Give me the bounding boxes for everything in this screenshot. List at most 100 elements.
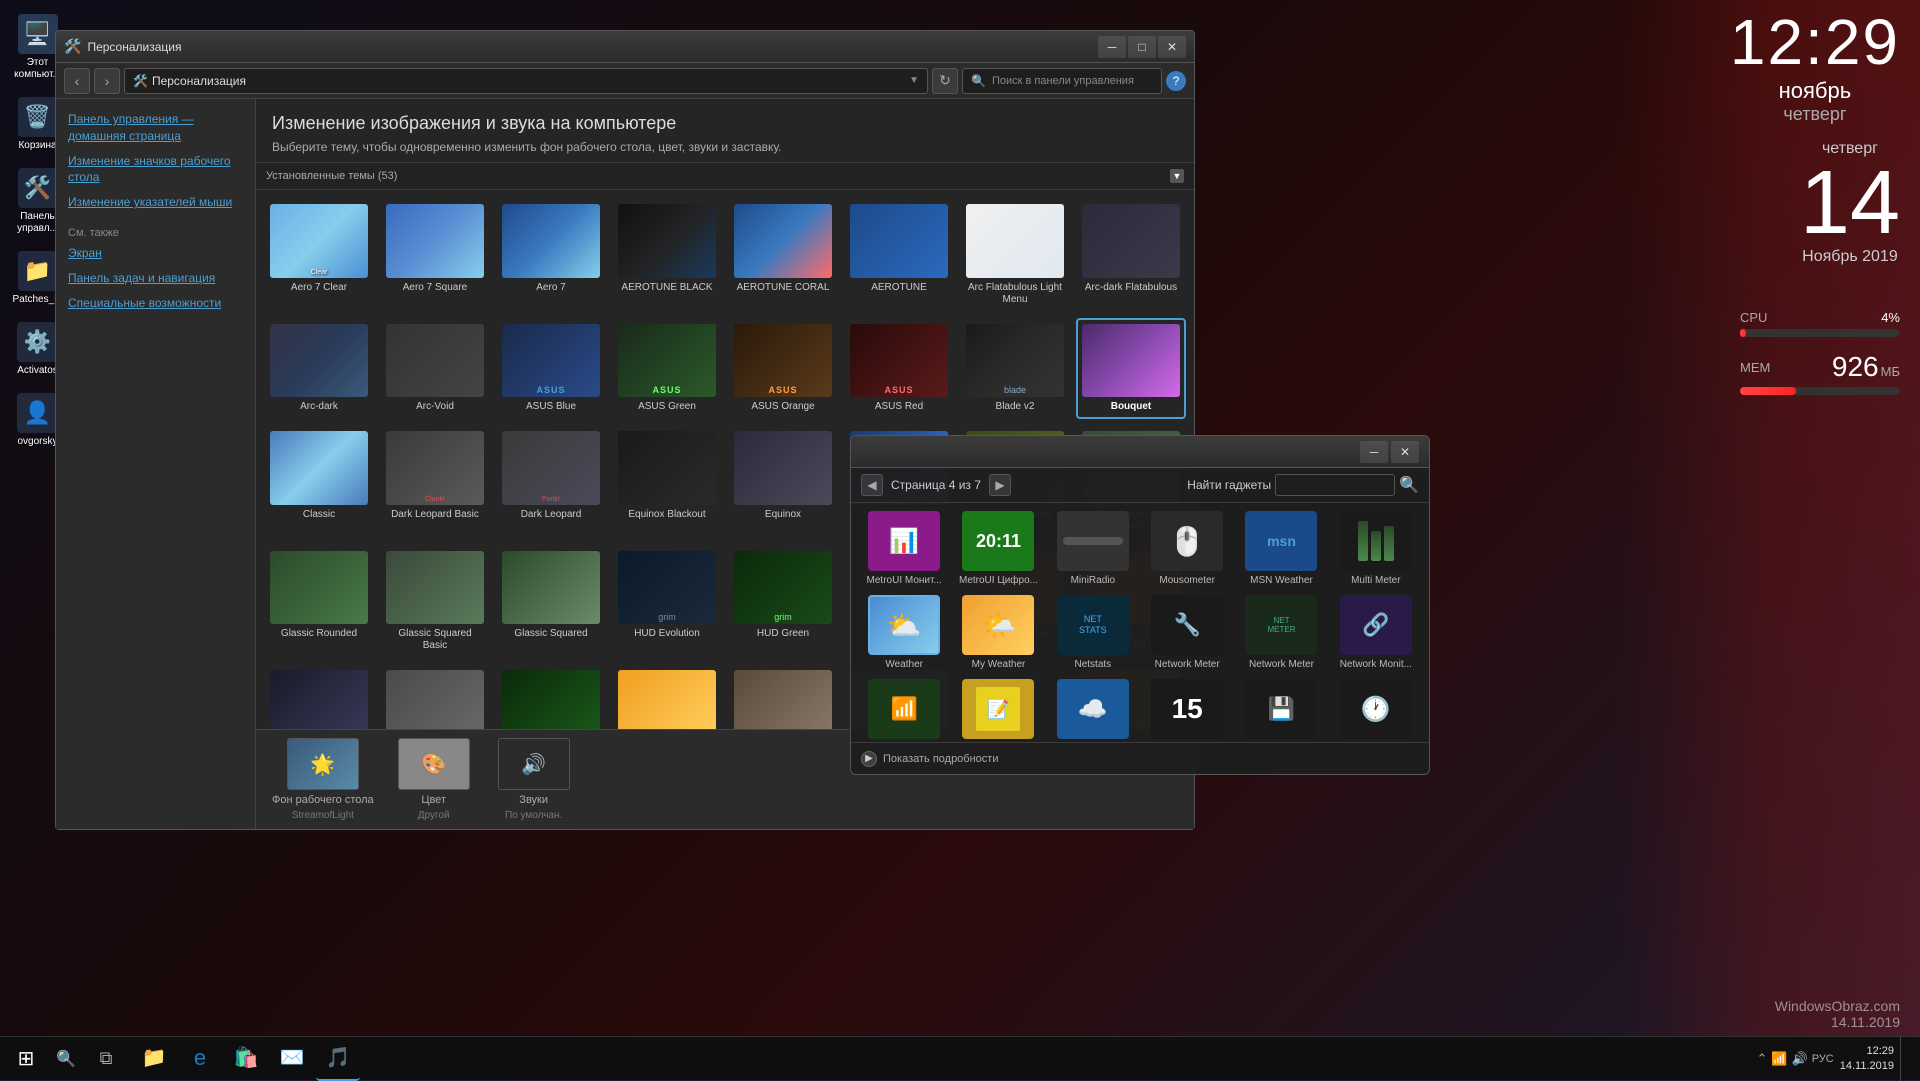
gadget-msn-weather[interactable]: msn MSN Weather [1238, 511, 1324, 587]
taskbar-search-button[interactable]: 🔍 [48, 1041, 84, 1077]
taskbar-app-explorer[interactable]: 📁 [132, 1037, 176, 1081]
theme-asusgreen[interactable]: ASUS ASUS Green [612, 318, 722, 420]
start-button[interactable]: ⊞ [4, 1037, 48, 1081]
gadget-thumb-mousometer: 🖱️ [1151, 511, 1223, 571]
theme-aero7[interactable]: Aero 7 [496, 198, 606, 312]
color-item[interactable]: 🎨 Цвет Другой [394, 738, 474, 821]
wallpaper-item[interactable]: 🌟 Фон рабочего стола StreamofLight [272, 738, 374, 821]
theme-mekanix[interactable]: Mekanix Mekanix X [264, 664, 374, 729]
theme-equinox[interactable]: Equinox [728, 425, 838, 539]
gadget-onlyblack2c[interactable]: 🕐 OnlyBlack 2 cl... [1333, 679, 1419, 742]
sidebar-home-link[interactable]: Панель управления — домашняя страница [68, 111, 243, 145]
gadget-thumb-metroui-mon: 📊 [868, 511, 940, 571]
search-box[interactable]: 🔍 Поиск в панели управления [962, 68, 1162, 94]
theme-arcflatlight[interactable]: Arc Flatabulous Light Menu [960, 198, 1070, 312]
gadget-net-util[interactable]: 📶 Network Utiliza... [861, 679, 947, 742]
theme-aerotune[interactable]: AEROTUNE [844, 198, 954, 312]
theme-classic[interactable]: Classic [264, 425, 374, 539]
maximize-button[interactable]: □ [1128, 36, 1156, 58]
show-desktop-button[interactable] [1900, 1037, 1908, 1081]
sidebar-also-taskbar[interactable]: Панель задач и навигация [68, 270, 243, 287]
gadgets-prev-button[interactable]: ◀ [861, 474, 883, 496]
theme-asusorange[interactable]: ASUS ASUS Orange [728, 318, 838, 420]
gadget-weather[interactable]: ⛅ Weather [861, 595, 947, 671]
gadgets-search-input[interactable] [1275, 474, 1395, 496]
theme-hudgreen[interactable]: grim HUD Green [728, 545, 838, 659]
forward-button[interactable]: › [94, 68, 120, 94]
gadget-net-mon[interactable]: 🔗 Network Monit... [1333, 595, 1419, 671]
gadget-miniradio[interactable]: MiniRadio [1050, 511, 1136, 587]
theme-aeroblack[interactable]: AEROTUNE BLACK [612, 198, 722, 312]
theme-asusred[interactable]: ASUS ASUS Red [844, 318, 954, 420]
gadget-netstats[interactable]: NETSTATS Netstats [1050, 595, 1136, 671]
gadgets-close-button[interactable]: ✕ [1391, 441, 1419, 463]
tray-lang[interactable]: РУС [1812, 1053, 1834, 1065]
gadget-metroui-mon[interactable]: 📊 MetroUI Монит... [861, 511, 947, 587]
sidebar-also-access[interactable]: Специальные возможности [68, 295, 243, 312]
theme-nvidia[interactable]: Nvidia [496, 664, 606, 729]
taskbar-app-ie[interactable]: e [178, 1037, 222, 1081]
scroll-end-button[interactable]: ▼ [1170, 169, 1184, 183]
gadget-onlyblackhdd[interactable]: 💾 Only Black HDD [1238, 679, 1324, 742]
back-button[interactable]: ‹ [64, 68, 90, 94]
theme-arcdarkflat[interactable]: Arc-dark Flatabulous [1076, 198, 1186, 312]
theme-hudevol[interactable]: grim HUD Evolution [612, 545, 722, 659]
theme-equinoxblack[interactable]: Equinox Blackout [612, 425, 722, 539]
sidebar-link-icons[interactable]: Изменение значков рабочего стола [68, 153, 243, 187]
taskbar-app-media[interactable]: 🎵 [316, 1037, 360, 1081]
theme-arcdark[interactable]: Arc-dark [264, 318, 374, 420]
theme-aero7clear[interactable]: Clear Aero 7 Clear [264, 198, 374, 312]
task-view-button[interactable]: ⧉ [84, 1037, 128, 1081]
gadgets-minimize-button[interactable]: ─ [1360, 441, 1388, 463]
theme-bladev2[interactable]: blade Blade v2 [960, 318, 1070, 420]
mem-bar [1740, 387, 1796, 395]
gadget-note[interactable]: 📝 Note [955, 679, 1041, 742]
theme-arcvoid[interactable]: Arc-Void [380, 318, 490, 420]
gadget-onlyblackcal[interactable]: 15 Only Black Cale... [1144, 679, 1230, 742]
gadget-name-netstats: Netstats [1074, 659, 1111, 671]
help-button[interactable]: ? [1166, 71, 1186, 91]
theme-thumb-aerocoral [734, 204, 832, 278]
theme-aerocoral[interactable]: AEROTUNE CORAL [728, 198, 838, 312]
theme-partial2[interactable] [728, 664, 838, 729]
gadget-my-weather[interactable]: 🌤️ My Weather [955, 595, 1041, 671]
sounds-item[interactable]: 🔊 Звуки По умолчан. [494, 738, 574, 821]
clock-month: ноябрь [1730, 78, 1900, 104]
theme-name-glassicsq: Glassic Squared [514, 628, 587, 640]
gadget-thumb-multimeter [1340, 511, 1412, 571]
tray-icon-network[interactable]: 📶 [1771, 1051, 1787, 1067]
theme-asusblue[interactable]: ASUS ASUS Blue [496, 318, 606, 420]
taskbar-app-mail[interactable]: ✉️ [270, 1037, 314, 1081]
theme-glassicsqbas[interactable]: Glassic Squared Basic [380, 545, 490, 659]
theme-bouquet[interactable]: Bouquet [1076, 318, 1186, 420]
gadget-multimeter[interactable]: Multi Meter [1333, 511, 1419, 587]
gadget-net-meter[interactable]: 🔧 Network Meter [1144, 595, 1230, 671]
search-icon: 🔍 [971, 74, 986, 88]
address-bar[interactable]: 🛠️ Персонализация ▼ [124, 68, 928, 94]
gadget-metroui-num[interactable]: 20:11 MetroUI Цифро... [955, 511, 1041, 587]
minimize-button[interactable]: ─ [1098, 36, 1126, 58]
tray-icon-sound[interactable]: 🔊 [1792, 1051, 1808, 1067]
gadgets-search-icon[interactable]: 🔍 [1399, 475, 1419, 495]
gadget-onedrive[interactable]: ☁️ Onedrive [1050, 679, 1136, 742]
gadgets-footer-btn[interactable]: ▶ [861, 751, 877, 767]
theme-darkleopbasic[interactable]: Clonk! Dark Leopard Basic [380, 425, 490, 539]
close-button[interactable]: ✕ [1158, 36, 1186, 58]
clock-widget: 12:29 ноябрь четверг [1730, 10, 1900, 125]
refresh-button[interactable]: ↻ [932, 68, 958, 94]
theme-aero7sq[interactable]: Aero 7 Square [380, 198, 490, 312]
theme-thumb-aero7 [502, 204, 600, 278]
theme-glassicsq[interactable]: Glassic Squared [496, 545, 606, 659]
taskbar-clock[interactable]: 12:29 14.11.2019 [1840, 1044, 1894, 1073]
gadget-mousometer[interactable]: 🖱️ Mousometer [1144, 511, 1230, 587]
theme-glassicround[interactable]: Glassic Rounded [264, 545, 374, 659]
theme-metro[interactable]: Metro X [380, 664, 490, 729]
gadgets-next-button[interactable]: ▶ [989, 474, 1011, 496]
tray-icon-chevron[interactable]: ⌃ [1756, 1051, 1767, 1067]
theme-partial1[interactable] [612, 664, 722, 729]
sidebar-link-mouse[interactable]: Изменение указателей мыши [68, 194, 243, 211]
sidebar-also-screen[interactable]: Экран [68, 245, 243, 262]
theme-darkleopard[interactable]: Ponk! Dark Leopard [496, 425, 606, 539]
taskbar-app-store[interactable]: 🛍️ [224, 1037, 268, 1081]
gadget-net-meter2[interactable]: NETMETER Network Meter [1238, 595, 1324, 671]
